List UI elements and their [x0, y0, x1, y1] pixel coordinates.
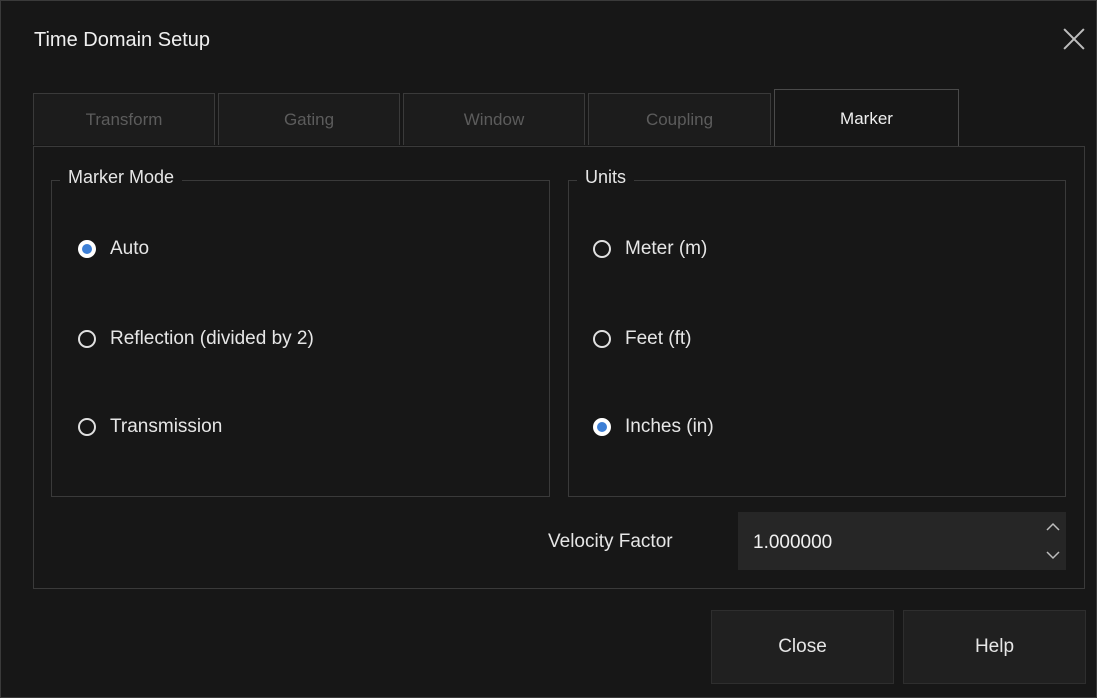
close-icon[interactable]	[1062, 27, 1086, 51]
radio-button-icon[interactable]	[593, 240, 611, 258]
marker-mode-legend: Marker Mode	[60, 167, 183, 188]
tab-window[interactable]: Window	[403, 93, 585, 145]
radio-auto[interactable]: Auto	[78, 238, 149, 260]
title-bar: Time Domain Setup	[1, 1, 1096, 79]
radio-feet[interactable]: Feet (ft)	[593, 328, 692, 350]
radio-meter-label: Meter (m)	[625, 238, 708, 259]
tab-gating[interactable]: Gating	[218, 93, 400, 145]
radio-inches-label: Inches (in)	[625, 416, 714, 437]
units-legend: Units	[577, 167, 635, 188]
help-button[interactable]: Help	[903, 610, 1086, 684]
tab-coupling[interactable]: Coupling	[588, 93, 771, 145]
radio-meter[interactable]: Meter (m)	[593, 238, 707, 260]
tab-transform[interactable]: Transform	[33, 93, 215, 145]
velocity-factor-label: Velocity Factor	[548, 531, 673, 552]
radio-button-checked-icon[interactable]	[78, 240, 96, 258]
tab-bar: Transform Gating Window Coupling Marker	[1, 89, 1096, 147]
dialog-title: Time Domain Setup	[34, 29, 210, 51]
radio-transmission-label: Transmission	[110, 416, 223, 437]
chevron-down-icon[interactable]	[1044, 546, 1062, 564]
velocity-factor-spinbox[interactable]: 1.000000	[738, 512, 1066, 570]
time-domain-setup-dialog: Time Domain Setup Transform Gating Windo…	[0, 0, 1097, 698]
radio-button-icon[interactable]	[78, 330, 96, 348]
radio-inches[interactable]: Inches (in)	[593, 416, 714, 438]
radio-button-icon[interactable]	[593, 330, 611, 348]
radio-transmission[interactable]: Transmission	[78, 416, 222, 438]
radio-button-checked-icon[interactable]	[593, 418, 611, 436]
radio-button-icon[interactable]	[78, 418, 96, 436]
tab-marker[interactable]: Marker	[774, 89, 959, 147]
radio-reflection[interactable]: Reflection (divided by 2)	[78, 328, 314, 350]
velocity-factor-value[interactable]: 1.000000	[753, 532, 832, 554]
close-button[interactable]: Close	[711, 610, 894, 684]
chevron-up-icon[interactable]	[1044, 518, 1062, 536]
radio-reflection-label: Reflection (divided by 2)	[110, 328, 314, 349]
radio-feet-label: Feet (ft)	[625, 328, 692, 349]
radio-auto-label: Auto	[110, 238, 150, 259]
